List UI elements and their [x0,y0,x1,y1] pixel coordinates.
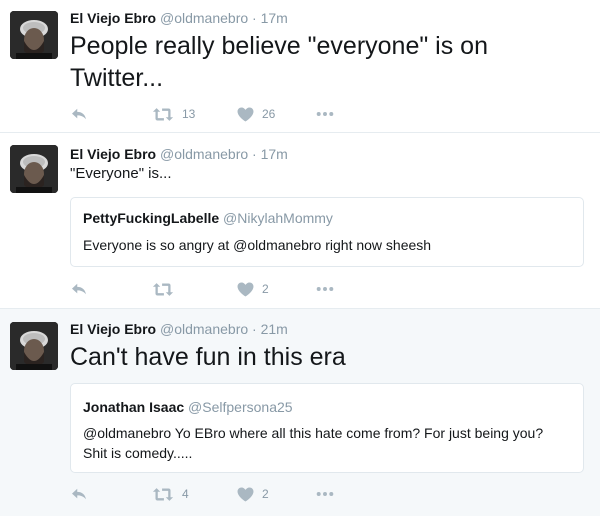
retweet-button[interactable]: 13 [152,104,195,124]
like-count: 2 [262,282,269,296]
more-button[interactable] [316,484,334,504]
tweet-header: El Viejo Ebro @oldmanebro · 17m [70,146,288,162]
quoted-author-handle: @NikylahMommy [223,210,333,226]
avatar-image [10,145,58,193]
reply-arrow-icon [70,282,88,296]
reply-button[interactable] [70,104,88,124]
tweet-text-line-1: People really believe "everyone" is on [70,32,488,60]
separator: · [252,146,257,162]
like-count: 26 [262,107,276,121]
like-button[interactable]: 2 [237,484,269,504]
tweet-actions: 2 [70,279,370,299]
avatar-image [10,322,58,370]
reply-button[interactable] [70,484,88,504]
retweet-button[interactable]: 4 [152,484,189,504]
quoted-tweet-text-line-2: Shit is comedy..... [83,445,193,461]
author-name[interactable]: El Viejo Ebro [70,10,156,26]
reply-arrow-icon [70,487,88,501]
more-button[interactable] [316,104,334,124]
more-button[interactable] [316,279,334,299]
tweet-1[interactable]: El Viejo Ebro @oldmanebro · 17m People r… [0,0,600,133]
quoted-tweet[interactable]: PettyFuckingLabelle @NikylahMommy Everyo… [70,197,584,267]
timestamp[interactable]: 17m [261,146,288,162]
quoted-tweet-text: Everyone is so angry at @oldmanebro righ… [83,237,432,253]
more-dots-icon [316,286,334,292]
quoted-author-name: PettyFuckingLabelle [83,210,220,226]
heart-icon [237,282,254,297]
like-count: 2 [262,487,269,501]
quoted-tweet-header: PettyFuckingLabelle @NikylahMommy [83,210,333,226]
quoted-author-handle: @Selfpersona25 [188,399,293,415]
author-name[interactable]: El Viejo Ebro [70,146,156,162]
like-button[interactable]: 2 [237,279,269,299]
heart-icon [237,107,254,122]
author-handle[interactable]: @oldmanebro [160,146,248,162]
quoted-tweet[interactable]: Jonathan Isaac @Selfpersona25 @oldmanebr… [70,383,584,473]
quoted-tweet-header: Jonathan Isaac @Selfpersona25 [83,399,293,415]
tweet-text: Can't have fun in this era [70,343,346,371]
retweet-count: 13 [182,107,196,121]
author-handle[interactable]: @oldmanebro [160,10,248,26]
more-dots-icon [316,491,334,497]
retweet-icon [152,282,174,297]
avatar[interactable] [10,11,58,59]
reply-button[interactable] [70,279,88,299]
avatar[interactable] [10,145,58,193]
tweet-header: El Viejo Ebro @oldmanebro · 21m [70,321,288,337]
avatar-image [10,11,58,59]
heart-icon [237,487,254,502]
retweet-count: 4 [182,487,189,501]
timestamp[interactable]: 17m [261,10,288,26]
tweet-2[interactable]: El Viejo Ebro @oldmanebro · 17m "Everyon… [0,133,600,309]
like-button[interactable]: 26 [237,104,275,124]
tweet-text-line-2: Twitter... [70,64,164,92]
retweet-icon [152,107,174,122]
author-handle[interactable]: @oldmanebro [160,321,248,337]
author-name[interactable]: El Viejo Ebro [70,321,156,337]
retweet-icon [152,487,174,502]
tweet-3[interactable]: El Viejo Ebro @oldmanebro · 21m Can't ha… [0,309,600,516]
tweet-header: El Viejo Ebro @oldmanebro · 17m [70,10,288,26]
reply-arrow-icon [70,107,88,121]
avatar[interactable] [10,322,58,370]
tweet-actions: 13 26 [70,104,370,124]
tweet-actions: 4 2 [70,484,370,504]
timestamp[interactable]: 21m [261,321,288,337]
more-dots-icon [316,111,334,117]
separator: · [252,10,257,26]
retweet-button[interactable] [152,279,182,299]
quoted-author-name: Jonathan Isaac [83,399,185,415]
quoted-tweet-text-line-1: @oldmanebro Yo EBro where all this hate … [83,425,544,441]
separator: · [252,321,257,337]
tweet-text: "Everyone" is... [70,165,172,182]
